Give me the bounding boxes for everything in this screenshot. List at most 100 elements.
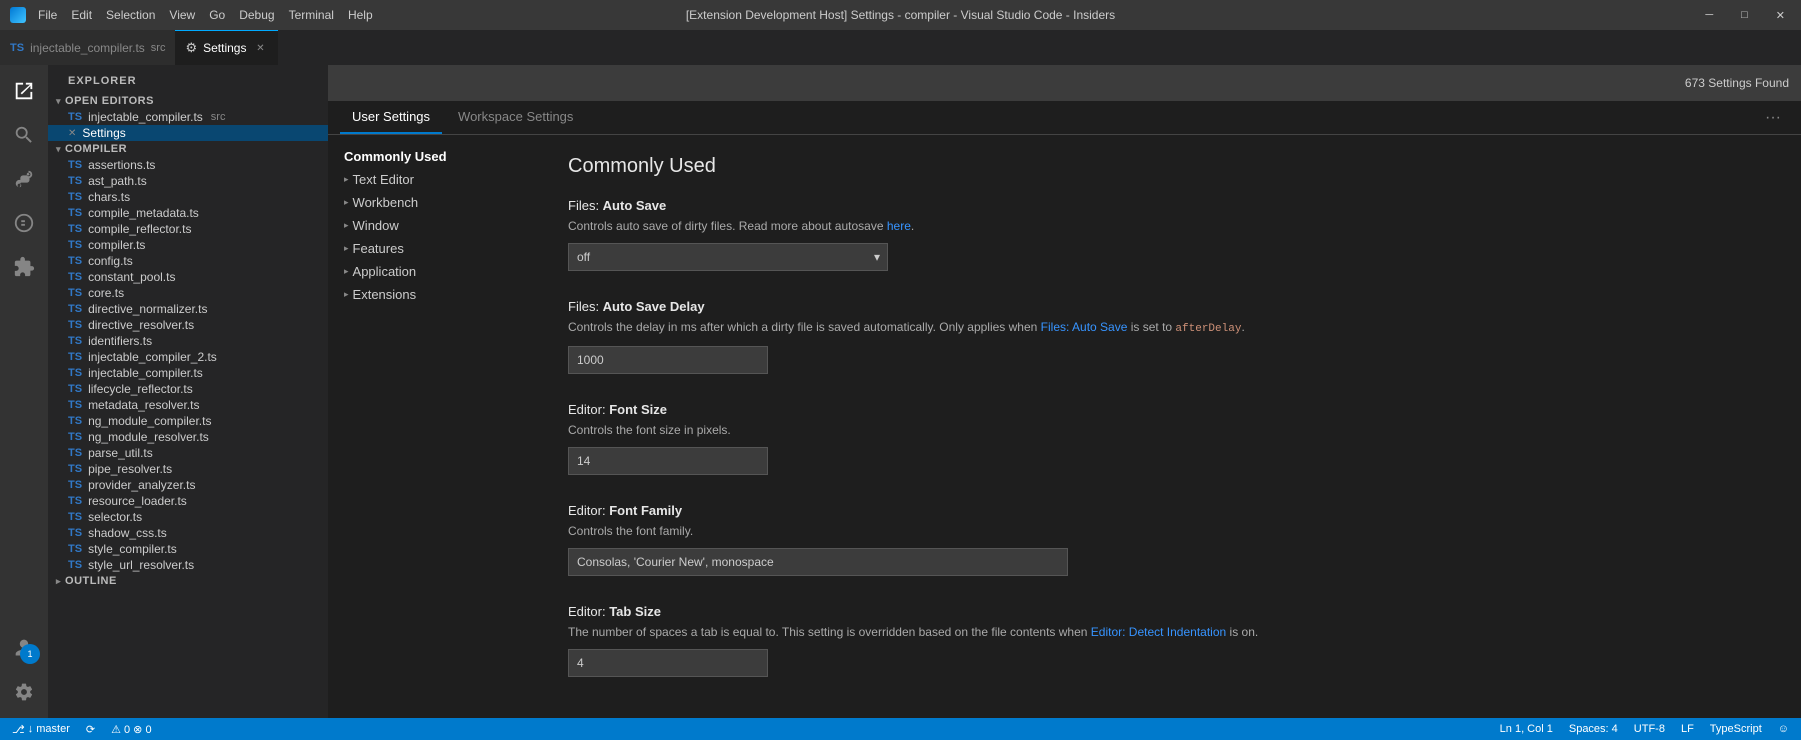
list-item[interactable]: TScompile_metadata.ts: [48, 205, 328, 221]
list-item[interactable]: TSparse_util.ts: [48, 445, 328, 461]
list-item[interactable]: TSstyle_url_resolver.ts: [48, 557, 328, 573]
maximize-button[interactable]: □: [1735, 7, 1754, 23]
setting-input-tab-size[interactable]: [568, 649, 768, 677]
activity-account[interactable]: 1: [6, 630, 42, 666]
list-item[interactable]: TScompiler.ts: [48, 237, 328, 253]
activity-manage[interactable]: [6, 674, 42, 710]
activity-bar-bottom: 1: [6, 630, 42, 718]
minimize-button[interactable]: ─: [1699, 7, 1719, 23]
tab-close-settings[interactable]: ✕: [252, 40, 268, 56]
open-file-settings[interactable]: ✕ Settings: [48, 125, 328, 141]
menu-go[interactable]: Go: [209, 8, 225, 22]
nav-item-application[interactable]: ▸ Application: [328, 260, 528, 283]
status-sync[interactable]: ⟳: [82, 723, 99, 736]
activity-explorer[interactable]: [6, 73, 42, 109]
setting-input-auto-save-delay[interactable]: [568, 346, 768, 374]
account-badge: 1: [20, 644, 40, 664]
setting-desc-link-here[interactable]: here: [887, 219, 911, 233]
tab-workspace-settings[interactable]: Workspace Settings: [446, 101, 585, 134]
list-item[interactable]: TScore.ts: [48, 285, 328, 301]
ts-icon: TS: [68, 431, 82, 443]
compiler-section-header[interactable]: ▾ COMPILER: [48, 141, 328, 157]
activity-search[interactable]: [6, 117, 42, 153]
list-item[interactable]: TSstyle_compiler.ts: [48, 541, 328, 557]
list-item[interactable]: TSchars.ts: [48, 189, 328, 205]
open-editors-section[interactable]: ▾ OPEN EDITORS: [48, 93, 328, 109]
activity-debug[interactable]: [6, 205, 42, 241]
menu-view[interactable]: View: [169, 8, 195, 22]
setting-desc-after: .: [911, 219, 914, 233]
ts-icon: TS: [68, 543, 82, 555]
tab-label-settings: Settings: [203, 41, 246, 55]
vscode-logo-icon: [10, 7, 26, 23]
status-lang[interactable]: TypeScript: [1706, 723, 1766, 735]
list-item[interactable]: TSng_module_compiler.ts: [48, 413, 328, 429]
file-name: resource_loader.ts: [88, 494, 187, 508]
file-name: lifecycle_reflector.ts: [88, 382, 193, 396]
list-item[interactable]: TSidentifiers.ts: [48, 333, 328, 349]
nav-item-extensions[interactable]: ▸ Extensions: [328, 283, 528, 306]
list-item[interactable]: TSng_module_resolver.ts: [48, 429, 328, 445]
nav-item-features-label: Features: [353, 241, 404, 256]
list-item[interactable]: TSpipe_resolver.ts: [48, 461, 328, 477]
tab-src-badge: src: [151, 42, 166, 54]
list-item[interactable]: TSassertions.ts: [48, 157, 328, 173]
status-feedback[interactable]: ☺: [1774, 723, 1793, 735]
ts-icon: TS: [68, 367, 82, 379]
menu-terminal[interactable]: Terminal: [289, 8, 334, 22]
settings-more-button[interactable]: ···: [1757, 105, 1789, 131]
nav-chevron-application: ▸: [344, 266, 349, 277]
list-item[interactable]: TSshadow_css.ts: [48, 525, 328, 541]
status-git-branch[interactable]: ⎇ ↓ master: [8, 723, 74, 736]
status-eol[interactable]: LF: [1677, 723, 1698, 735]
setting-desc-text3: .: [1241, 320, 1244, 334]
outline-chevron: ▸: [56, 576, 61, 587]
list-item[interactable]: TSinjectable_compiler_2.ts: [48, 349, 328, 365]
list-item[interactable]: TSast_path.ts: [48, 173, 328, 189]
status-spaces[interactable]: Spaces: 4: [1565, 723, 1622, 735]
nav-item-commonly-used[interactable]: Commonly Used: [328, 145, 528, 168]
status-encoding[interactable]: UTF-8: [1630, 723, 1669, 735]
settings-content: Commonly Used Files: Auto Save Controls …: [528, 135, 1801, 718]
nav-item-text-editor[interactable]: ▸ Text Editor: [328, 168, 528, 191]
setting-link-detect-indentation[interactable]: Editor: Detect Indentation: [1091, 625, 1226, 639]
setting-desc-tab-text1: The number of spaces a tab is equal to. …: [568, 625, 1091, 639]
menu-debug[interactable]: Debug: [239, 8, 274, 22]
setting-input-font-size[interactable]: [568, 447, 768, 475]
list-item[interactable]: TScompile_reflector.ts: [48, 221, 328, 237]
ts-icon: TS: [68, 559, 82, 571]
list-item[interactable]: TSconfig.ts: [48, 253, 328, 269]
setting-input-font-family[interactable]: [568, 548, 1068, 576]
nav-item-features[interactable]: ▸ Features: [328, 237, 528, 260]
activity-source-control[interactable]: [6, 161, 42, 197]
list-item[interactable]: TSinjectable_compiler.ts: [48, 365, 328, 381]
menu-edit[interactable]: Edit: [71, 8, 92, 22]
status-errors[interactable]: ⚠ 0 ⊗ 0: [107, 723, 155, 736]
list-item[interactable]: TSdirective_resolver.ts: [48, 317, 328, 333]
list-item[interactable]: TSmetadata_resolver.ts: [48, 397, 328, 413]
menu-help[interactable]: Help: [348, 8, 373, 22]
ts-icon: TS: [68, 447, 82, 459]
list-item[interactable]: TSselector.ts: [48, 509, 328, 525]
list-item[interactable]: TSconstant_pool.ts: [48, 269, 328, 285]
list-item[interactable]: TSlifecycle_reflector.ts: [48, 381, 328, 397]
list-item[interactable]: TSdirective_normalizer.ts: [48, 301, 328, 317]
setting-select-auto-save[interactable]: off afterDelay onFocusChange onWindowCha…: [568, 243, 888, 271]
open-file-injectable-compiler[interactable]: TS injectable_compiler.ts src: [48, 109, 328, 125]
setting-link-files-auto-save[interactable]: Files: Auto Save: [1041, 320, 1128, 334]
tab-injectable-compiler[interactable]: TS injectable_compiler.ts src: [0, 30, 175, 65]
menu-selection[interactable]: Selection: [106, 8, 155, 22]
nav-item-workbench[interactable]: ▸ Workbench: [328, 191, 528, 214]
activity-extensions[interactable]: [6, 249, 42, 285]
outline-section-header[interactable]: ▸ OUTLINE: [48, 573, 328, 589]
list-item[interactable]: TSresource_loader.ts: [48, 493, 328, 509]
file-name: constant_pool.ts: [88, 270, 175, 284]
tab-user-settings[interactable]: User Settings: [340, 101, 442, 134]
status-ln-col[interactable]: Ln 1, Col 1: [1496, 723, 1557, 735]
tab-settings[interactable]: ⚙ Settings ✕: [175, 30, 278, 65]
menu-file[interactable]: File: [38, 8, 57, 22]
list-item[interactable]: TSprovider_analyzer.ts: [48, 477, 328, 493]
nav-item-window[interactable]: ▸ Window: [328, 214, 528, 237]
sidebar: Explorer ▾ OPEN EDITORS TS injectable_co…: [48, 65, 328, 718]
close-button[interactable]: ✕: [1770, 7, 1791, 24]
